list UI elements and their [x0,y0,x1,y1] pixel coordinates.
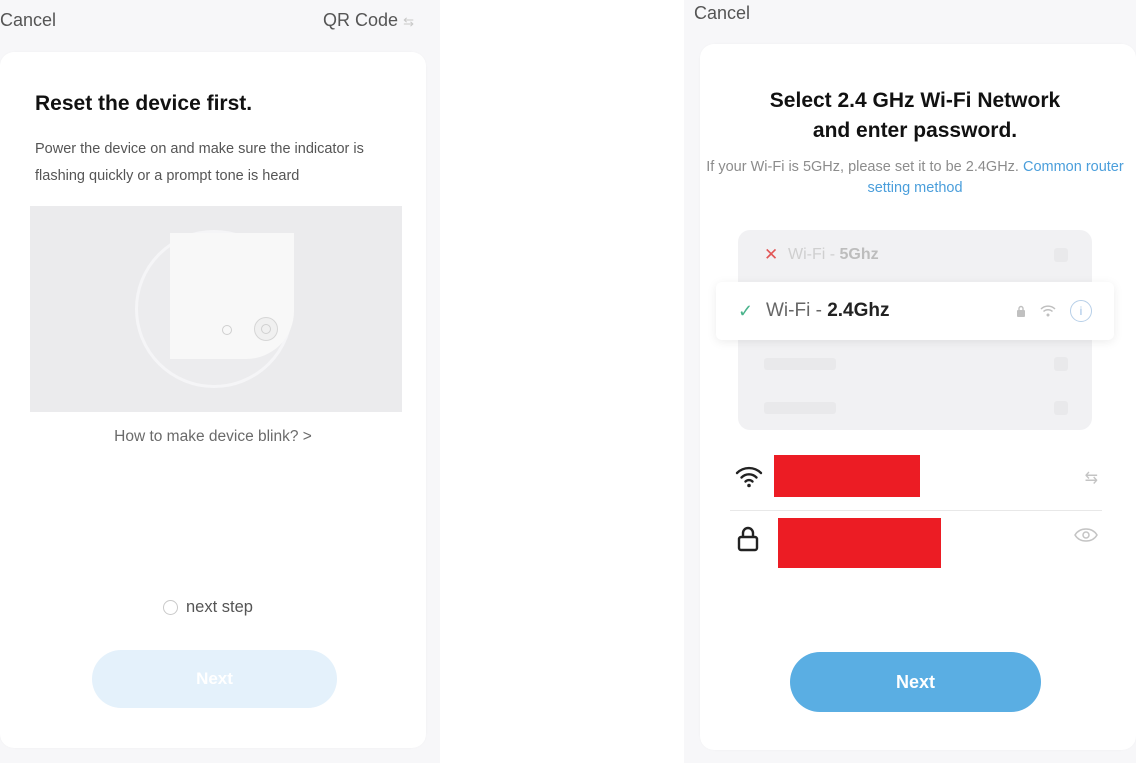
switch-network-icon[interactable]: ⇆ [1085,468,1098,488]
band-hint: If your Wi-Fi is 5GHz, please set it to … [700,157,1130,199]
reset-instructions: Power the device on and make sure the in… [35,141,364,184]
wifi-item-label: Wi-Fi - 5Ghz [788,246,879,263]
eye-icon[interactable] [1074,528,1098,542]
device-illustration [30,206,402,412]
cancel-button[interactable]: Cancel [694,3,750,24]
title-line-2: and enter password. [812,119,1018,142]
power-button-icon [254,317,278,341]
check-icon: ✓ [738,300,754,321]
next-step-radio[interactable] [163,600,178,615]
wifi-item-5ghz[interactable]: ✕ Wi-Fi - 5Ghz [738,232,1092,278]
next-step-confirm[interactable]: next step [163,598,253,617]
next-step-label: next step [186,598,253,616]
wifi-item-icons: i [1016,300,1092,322]
wifi-icon [735,466,763,488]
device-body [170,233,294,359]
page-title: Select 2.4 GHz Wi-Fi Network and enter p… [700,86,1130,146]
lock-icon [1017,305,1025,317]
info-icon[interactable]: i [1070,300,1092,322]
lock-icon [737,526,759,552]
cancel-button[interactable]: Cancel [0,10,56,31]
wifi-item-placeholder-icon [1054,357,1068,371]
wifi-signal-icon [1040,305,1056,317]
device-zoom-circle [135,230,294,388]
ssid-field[interactable]: ⇆ [730,452,1102,511]
wifi-item-placeholder [764,402,836,414]
title-line-1: Select 2.4 GHz Wi-Fi Network [769,89,1061,112]
wifi-item-placeholder [764,358,836,370]
how-to-blink-link[interactable]: How to make device blink? > [0,428,426,446]
cross-icon: ✕ [764,245,779,264]
switch-icon: ⇆ [403,14,414,29]
wifi-item-placeholder-icon [1054,401,1068,415]
password-field[interactable] [730,514,1102,572]
ssid-value-redacted [774,455,920,497]
indicator-led [222,325,232,335]
page-title: Reset the device first. [35,92,253,115]
wifi-item-2-4ghz[interactable]: ✓ Wi-Fi - 2.4Ghz i [716,282,1114,340]
password-value-redacted [778,518,941,568]
next-button[interactable]: Next [790,652,1041,712]
separator-gap [440,0,684,763]
qr-code-button[interactable]: QR Code ⇆ [323,10,414,31]
wifi-item-label: Wi-Fi - 2.4Ghz [766,300,890,321]
wifi-signal-icon [1054,248,1068,262]
qr-code-label: QR Code [323,10,399,30]
hint-text: If your Wi-Fi is 5GHz, please set it to … [706,159,1019,175]
next-button-disabled[interactable]: Next [92,650,337,708]
